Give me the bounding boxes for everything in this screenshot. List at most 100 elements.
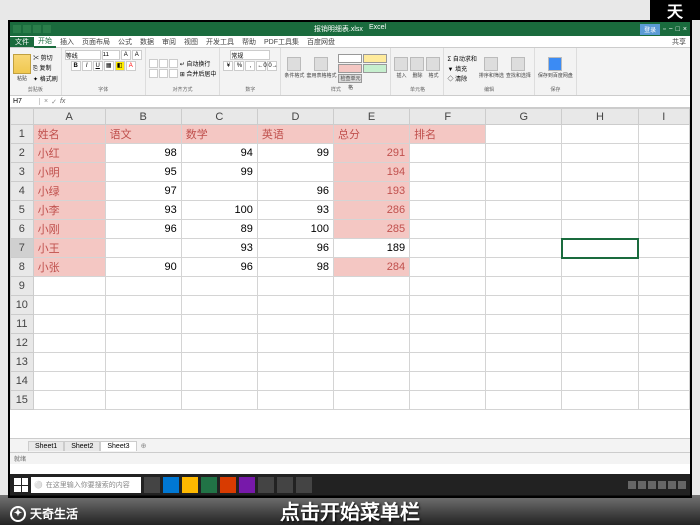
cell[interactable]: 89 <box>181 220 257 239</box>
cell[interactable]: 93 <box>181 239 257 258</box>
style-swatch-check[interactable]: 检查单元格 <box>338 74 362 83</box>
cell[interactable]: 数学 <box>181 125 257 144</box>
cancel-formula-icon[interactable]: × <box>44 98 48 106</box>
cell[interactable] <box>562 144 638 163</box>
row-header[interactable]: 2 <box>11 144 34 163</box>
autosum-button[interactable]: Σ 自动求和 <box>447 54 476 63</box>
cell[interactable] <box>410 182 486 201</box>
col-header-F[interactable]: F <box>410 109 486 125</box>
cut-button[interactable]: ✂ 剪切 <box>33 53 58 62</box>
cell[interactable]: 小绿 <box>33 182 105 201</box>
find-select-button[interactable]: 查找和选择 <box>506 57 531 79</box>
cell[interactable]: 小王 <box>33 239 105 258</box>
enter-formula-icon[interactable]: ✓ <box>51 98 57 106</box>
col-header-I[interactable]: I <box>638 109 690 125</box>
row-header[interactable]: 5 <box>11 201 34 220</box>
cell[interactable]: 姓名 <box>33 125 105 144</box>
cell[interactable]: 285 <box>334 220 410 239</box>
col-header-B[interactable]: B <box>105 109 181 125</box>
row-header[interactable]: 11 <box>11 315 34 334</box>
save-icon[interactable] <box>23 25 31 33</box>
cell[interactable] <box>638 182 690 201</box>
undo-icon[interactable] <box>33 25 41 33</box>
taskbar-app[interactable] <box>296 477 312 493</box>
wrap-text-button[interactable]: ↵ 自动换行 <box>180 59 217 68</box>
comma-button[interactable]: , <box>245 61 255 71</box>
format-painter-button[interactable]: ✦ 格式刷 <box>33 74 58 83</box>
row-header[interactable]: 10 <box>11 296 34 315</box>
cell[interactable]: 96 <box>181 258 257 277</box>
cell[interactable] <box>638 163 690 182</box>
font-color-button[interactable]: A <box>126 61 136 71</box>
cell[interactable] <box>638 258 690 277</box>
cell[interactable]: 小刚 <box>33 220 105 239</box>
number-format-select[interactable] <box>230 50 270 60</box>
cell[interactable]: 90 <box>105 258 181 277</box>
cell[interactable]: 100 <box>181 201 257 220</box>
taskbar-app[interactable] <box>258 477 274 493</box>
cell[interactable] <box>257 163 333 182</box>
cell[interactable] <box>638 125 690 144</box>
row-header[interactable]: 13 <box>11 353 34 372</box>
cell[interactable] <box>410 258 486 277</box>
tab-help[interactable]: 帮助 <box>238 37 260 47</box>
delete-cells-button[interactable]: 删除 <box>410 57 424 79</box>
cell[interactable]: 93 <box>105 201 181 220</box>
sheet-tab[interactable]: Sheet3 <box>100 441 136 451</box>
cell[interactable] <box>486 239 562 258</box>
signin-button[interactable]: 登录 <box>640 24 660 35</box>
redo-icon[interactable] <box>43 25 51 33</box>
increase-font-button[interactable]: A <box>121 50 131 60</box>
row-header[interactable]: 8 <box>11 258 34 277</box>
cell[interactable] <box>638 144 690 163</box>
cell[interactable]: 95 <box>105 163 181 182</box>
col-header-E[interactable]: E <box>334 109 410 125</box>
tray-icon[interactable] <box>628 481 636 489</box>
cell[interactable]: 97 <box>105 182 181 201</box>
cell[interactable] <box>638 239 690 258</box>
taskbar-app[interactable] <box>144 477 160 493</box>
cell[interactable]: 英语 <box>257 125 333 144</box>
cell[interactable]: 193 <box>334 182 410 201</box>
row-header[interactable]: 6 <box>11 220 34 239</box>
currency-button[interactable]: ¥ <box>223 61 233 71</box>
tab-developer[interactable]: 开发工具 <box>202 37 238 47</box>
baidu-save-button[interactable]: 保存到百度网盘 <box>538 57 573 79</box>
cell[interactable]: 96 <box>105 220 181 239</box>
cell[interactable]: 94 <box>181 144 257 163</box>
cell[interactable] <box>486 220 562 239</box>
insert-cells-button[interactable]: 插入 <box>394 57 408 79</box>
taskbar-search[interactable]: ⚪在这里输入你要搜索的内容 <box>31 477 141 493</box>
tab-insert[interactable]: 插入 <box>56 37 78 47</box>
tab-view[interactable]: 视图 <box>180 37 202 47</box>
cell[interactable] <box>410 220 486 239</box>
percent-button[interactable]: % <box>234 61 244 71</box>
cell[interactable] <box>410 144 486 163</box>
sort-filter-button[interactable]: 排序和筛选 <box>479 57 504 79</box>
cell[interactable] <box>562 201 638 220</box>
font-size-select[interactable] <box>102 50 120 60</box>
format-cells-button[interactable]: 格式 <box>426 57 440 79</box>
ribbon-options-icon[interactable]: ▫ <box>663 26 665 33</box>
fill-color-button[interactable]: ◧ <box>115 61 125 71</box>
close-icon[interactable]: × <box>683 26 687 33</box>
col-header-H[interactable]: H <box>562 109 638 125</box>
cell[interactable]: 194 <box>334 163 410 182</box>
underline-button[interactable]: U <box>93 61 103 71</box>
italic-button[interactable]: I <box>82 61 92 71</box>
tab-review[interactable]: 审阅 <box>158 37 180 47</box>
col-header-G[interactable]: G <box>486 109 562 125</box>
font-name-select[interactable] <box>65 50 101 60</box>
cell[interactable]: 291 <box>334 144 410 163</box>
cell[interactable]: 98 <box>105 144 181 163</box>
decrease-font-button[interactable]: A <box>132 50 142 60</box>
row-header[interactable]: 12 <box>11 334 34 353</box>
tab-data[interactable]: 数据 <box>136 37 158 47</box>
col-header-C[interactable]: C <box>181 109 257 125</box>
minimize-icon[interactable]: − <box>669 26 673 33</box>
maximize-icon[interactable]: □ <box>676 26 680 33</box>
col-header-D[interactable]: D <box>257 109 333 125</box>
fill-button[interactable]: ▼ 填充 <box>447 64 476 73</box>
cell[interactable] <box>486 201 562 220</box>
copy-button[interactable]: ⎘ 复制 <box>33 63 58 73</box>
